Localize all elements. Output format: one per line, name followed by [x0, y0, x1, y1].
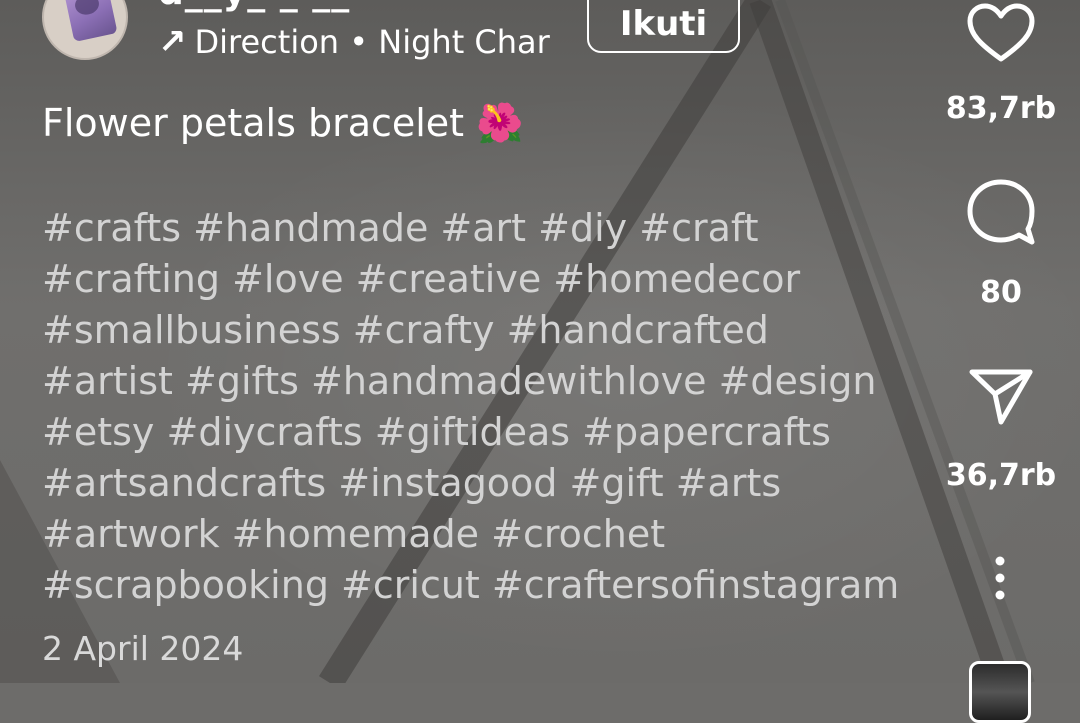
paper-plane-icon — [969, 369, 1033, 425]
hashtag-line[interactable]: #artsandcrafts #instagood #gift #arts — [42, 458, 962, 509]
comment-bubble-icon — [967, 179, 1035, 245]
music-title: Direction • Night Char — [194, 23, 550, 61]
share-button[interactable] — [968, 364, 1034, 426]
trending-arrow-icon: ↗ — [158, 22, 187, 62]
hashtag-line[interactable]: #crafts #handmade #art #diy #craft — [42, 203, 962, 254]
hashtag-line[interactable]: #artist #gifts #handmadewithlove #design — [42, 356, 962, 407]
follow-button[interactable]: Ikuti — [587, 0, 740, 53]
share-count: 36,7rb — [945, 458, 1057, 493]
hashtag-line[interactable]: #etsy #diycrafts #giftideas #papercrafts — [42, 407, 962, 458]
comment-button[interactable] — [966, 178, 1036, 248]
like-button[interactable] — [966, 2, 1036, 64]
hashtag-line[interactable]: #scrapbooking #cricut #craftersofinstagr… — [42, 560, 962, 611]
comment-count: 80 — [980, 275, 1022, 310]
post-date: 2 April 2024 — [42, 629, 244, 668]
more-options-button[interactable] — [988, 555, 1012, 601]
hashtag-line[interactable]: #smallbusiness #crafty #handcrafted — [42, 305, 962, 356]
caption-title: Flower petals bracelet 🌺 — [42, 101, 524, 145]
audio-thumbnail[interactable] — [969, 661, 1031, 723]
heart-icon — [967, 3, 1035, 62]
more-vertical-icon — [995, 556, 1005, 600]
hashtag-list[interactable]: #crafts #handmade #art #diy #craft #craf… — [42, 203, 962, 611]
avatar-image — [62, 0, 118, 42]
like-count: 83,7rb — [945, 91, 1057, 126]
hashtag-line[interactable]: #artwork #homemade #crochet — [42, 509, 962, 560]
username[interactable]: d__y_ _ __ — [158, 0, 350, 13]
music-info[interactable]: ↗ Direction • Night Char — [158, 20, 550, 64]
hashtag-line[interactable]: #crafting #love #creative #homedecor — [42, 254, 962, 305]
